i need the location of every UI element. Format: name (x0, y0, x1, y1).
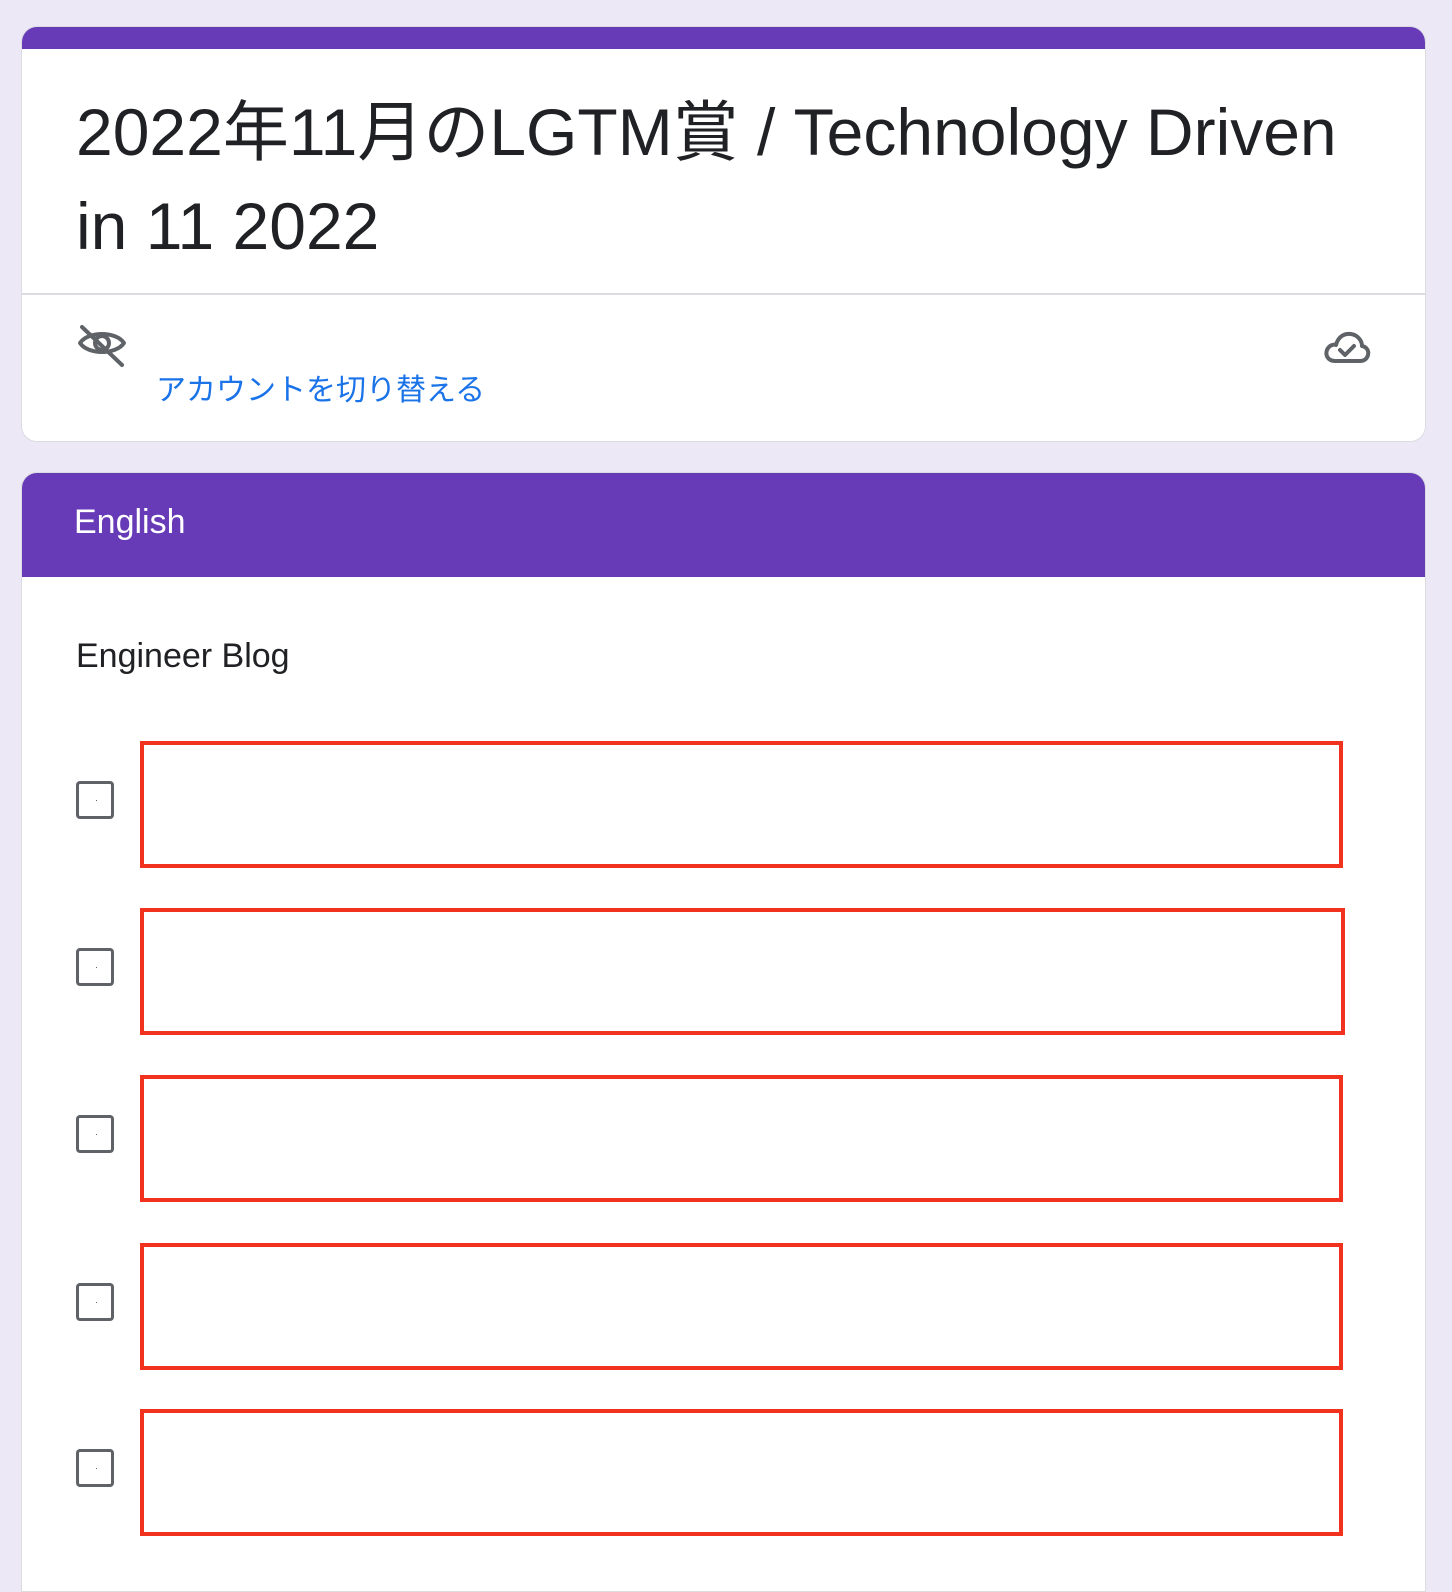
checkbox-option[interactable] (76, 1075, 1356, 1203)
checkbox[interactable] (76, 781, 114, 819)
checkbox[interactable] (76, 1115, 114, 1153)
checkbox-option[interactable] (76, 1243, 1356, 1371)
checkbox-option[interactable] (76, 741, 1356, 869)
form-header-card: 2022年11月のLGTM賞 / Technology Driven in 11… (21, 26, 1426, 442)
section-title: English (74, 503, 186, 541)
checkbox-option[interactable] (76, 1409, 1356, 1537)
question-title: Engineer Blog (76, 637, 290, 675)
checkbox[interactable] (76, 1449, 114, 1487)
section-header: English (22, 473, 1425, 577)
checkbox-option[interactable] (76, 908, 1356, 1036)
form-title: 2022年11月のLGTM賞 / Technology Driven in 11… (76, 95, 1337, 263)
cloud-done-icon (1323, 327, 1371, 367)
redacted-label (140, 908, 1345, 1035)
redacted-label (140, 741, 1343, 868)
header-divider (22, 293, 1425, 295)
redacted-label (140, 1243, 1343, 1370)
checkbox[interactable] (76, 948, 114, 986)
header-accent-bar (22, 27, 1425, 49)
switch-account-link[interactable]: アカウントを切り替える (156, 365, 485, 409)
redacted-label (140, 1409, 1343, 1536)
eye-off-icon (76, 323, 128, 371)
section-card: English Engineer Blog (21, 472, 1426, 1592)
redacted-label (140, 1075, 1343, 1202)
checkbox[interactable] (76, 1283, 114, 1321)
